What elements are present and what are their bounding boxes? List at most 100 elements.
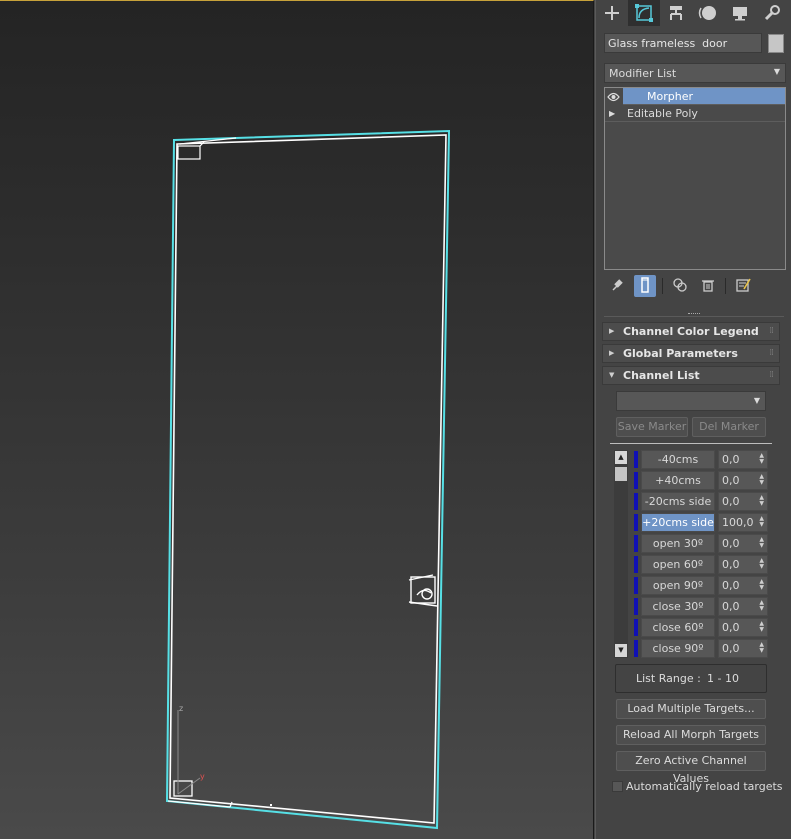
channel-name-button[interactable]: +40cms height <box>641 471 715 504</box>
channel-value: 0,0 <box>722 453 740 466</box>
rollout-title: Channel List <box>623 369 700 382</box>
scroll-up-arrow-icon[interactable]: ▲ <box>615 451 627 464</box>
channel-value-spinner[interactable]: 0,0 ▲ ▼ <box>718 618 768 637</box>
spinner-arrows-icon[interactable]: ▲ ▼ <box>759 516 764 528</box>
channel-color-indicator <box>634 451 638 468</box>
channel-name-button[interactable]: -20cms side <box>641 492 715 511</box>
channel-row[interactable]: +20cms side 100,0 ▲ ▼ <box>634 513 769 532</box>
list-range-box: List Range : 1 - 10 <box>615 664 767 693</box>
spinner-arrows-icon[interactable]: ▲ ▼ <box>759 558 764 570</box>
configure-sets-icon <box>735 277 751 296</box>
hierarchy-tab[interactable] <box>660 0 692 26</box>
configure-modifier-sets-button[interactable] <box>732 275 754 297</box>
channel-value: 0,0 <box>722 537 740 550</box>
spinner-arrows-icon[interactable]: ▲ ▼ <box>759 621 764 633</box>
drag-handle-icon[interactable]: ⁞⁞ <box>769 367 774 384</box>
del-marker-button[interactable]: Del Marker <box>692 417 766 437</box>
remove-modifier-button[interactable] <box>697 275 719 297</box>
scroll-down-arrow-icon[interactable]: ▼ <box>615 644 627 657</box>
spinner-arrows-icon[interactable]: ▲ ▼ <box>759 495 764 507</box>
rollout-channel-list[interactable]: ▼ Channel List ⁞⁞ <box>602 366 780 385</box>
create-tab[interactable] <box>596 0 628 26</box>
channel-value: 0,0 <box>722 474 740 487</box>
channel-row[interactable]: +40cms height 0,0 ▲▼ <box>634 471 769 504</box>
triangle-right-icon: ▶ <box>609 349 615 357</box>
channel-name-button[interactable]: open 60º <box>641 555 715 574</box>
modifier-list-dropdown[interactable]: Modifier List ▼ <box>604 63 786 83</box>
channel-value-spinner[interactable]: 0,0 ▲ ▼ <box>718 555 768 574</box>
list-range-label: List Range : <box>636 672 701 685</box>
channel-row[interactable]: close 90º 0,0 ▲ ▼ <box>634 639 769 658</box>
channel-row[interactable]: close 30º 0,0 ▲ ▼ <box>634 597 769 616</box>
modify-tab[interactable] <box>628 0 660 26</box>
channel-color-indicator <box>634 577 638 594</box>
save-marker-button[interactable]: Save Marker <box>616 417 688 437</box>
channel-name-button[interactable]: close 60º <box>641 618 715 637</box>
display-tab[interactable] <box>724 0 756 26</box>
spinner-arrows-icon[interactable]: ▲ ▼ <box>759 642 764 654</box>
channel-row[interactable]: open 90º 0,0 ▲ ▼ <box>634 576 769 595</box>
rollout-title: Global Parameters <box>623 347 738 360</box>
panel-resize-grip[interactable] <box>688 313 700 315</box>
command-panel: Modifier List ▼ Morpher ▶ Editable Poly <box>595 0 791 839</box>
display-icon <box>731 4 749 22</box>
channel-row[interactable]: -20cms side 0,0 ▲ ▼ <box>634 492 769 511</box>
channel-value-spinner[interactable]: 0,0 ▲ ▼ <box>718 576 768 595</box>
spinner-arrows-icon[interactable]: ▲ ▼ <box>759 600 764 612</box>
show-end-result-button[interactable] <box>634 275 656 297</box>
modifier-list-label: Modifier List <box>609 67 677 80</box>
stack-item-morpher[interactable]: Morpher <box>607 88 785 105</box>
channel-name-button[interactable]: -40cms height <box>641 450 715 483</box>
expand-triangle-icon[interactable]: ▶ <box>609 105 615 122</box>
rollout-channel-color-legend[interactable]: ▶ Channel Color Legend ⁞⁞ <box>602 322 780 341</box>
channel-color-indicator <box>634 619 638 636</box>
toolbar-separator <box>725 278 726 294</box>
channel-value-spinner[interactable]: 0,0 ▲ ▼ <box>718 450 768 469</box>
reload-all-morph-targets-button[interactable]: Reload All Morph Targets <box>616 725 766 745</box>
motion-tab[interactable] <box>692 0 724 26</box>
object-color-swatch[interactable] <box>768 34 784 53</box>
channel-row[interactable]: -40cms height 0,0 ▲▼ <box>634 450 769 483</box>
drag-handle-icon[interactable]: ⁞⁞ <box>769 323 774 340</box>
load-multiple-targets-button[interactable]: Load Multiple Targets... <box>616 699 766 719</box>
zero-active-channel-values-button[interactable]: Zero Active Channel Values <box>616 751 766 785</box>
spinner-arrows-icon[interactable]: ▲ ▼ <box>759 453 764 465</box>
pin-stack-button[interactable] <box>606 275 628 297</box>
channel-name-button[interactable]: +20cms side <box>641 513 715 532</box>
viewport[interactable]: z y <box>0 0 594 839</box>
utilities-tab[interactable] <box>756 0 788 26</box>
channel-name-button[interactable]: open 90º <box>641 576 715 595</box>
channel-value-spinner[interactable]: 0,0 ▲ ▼ <box>718 471 768 490</box>
channel-color-indicator <box>634 598 638 615</box>
trash-icon <box>701 278 715 295</box>
channel-row[interactable]: close 60º 0,0 ▲ ▼ <box>634 618 769 637</box>
channel-row[interactable]: open 60º 0,0 ▲ ▼ <box>634 555 769 574</box>
scroll-thumb[interactable] <box>615 467 627 481</box>
channel-color-indicator <box>634 535 638 552</box>
modifier-stack[interactable]: Morpher ▶ Editable Poly <box>604 87 786 270</box>
channel-scrollbar[interactable]: ▲ ▼ <box>614 450 628 658</box>
spinner-arrows-icon[interactable]: ▲ ▼ <box>759 579 764 591</box>
rollout-global-parameters[interactable]: ▶ Global Parameters ⁞⁞ <box>602 344 780 363</box>
channel-value-spinner[interactable]: 0,0 ▲ ▼ <box>718 534 768 553</box>
object-name-field[interactable] <box>604 33 762 53</box>
stack-item-editable-poly[interactable]: ▶ Editable Poly <box>605 105 785 122</box>
make-unique-icon <box>672 277 688 296</box>
spinner-arrows-icon[interactable]: ▲ ▼ <box>759 537 764 549</box>
channel-value-spinner[interactable]: 100,0 ▲ ▼ <box>718 513 768 532</box>
spinner-arrows-icon[interactable]: ▲ ▼ <box>759 474 764 486</box>
marker-dropdown[interactable]: ▼ <box>616 391 766 411</box>
auto-reload-checkbox[interactable] <box>612 781 623 792</box>
channel-row[interactable]: open 30º 0,0 ▲ ▼ <box>634 534 769 553</box>
channel-value-spinner[interactable]: 0,0 ▲ ▼ <box>718 639 768 658</box>
channel-value-spinner[interactable]: 0,0 ▲ ▼ <box>718 492 768 511</box>
channel-name-button[interactable]: close 30º <box>641 597 715 616</box>
make-unique-button[interactable] <box>669 275 691 297</box>
channel-value: 0,0 <box>722 621 740 634</box>
channel-value-spinner[interactable]: 0,0 ▲ ▼ <box>718 597 768 616</box>
create-icon <box>603 4 621 22</box>
channel-name-button[interactable]: close 90º <box>641 639 715 658</box>
channel-name-button[interactable]: open 30º <box>641 534 715 553</box>
channel-color-indicator <box>634 493 638 510</box>
drag-handle-icon[interactable]: ⁞⁞ <box>769 345 774 362</box>
